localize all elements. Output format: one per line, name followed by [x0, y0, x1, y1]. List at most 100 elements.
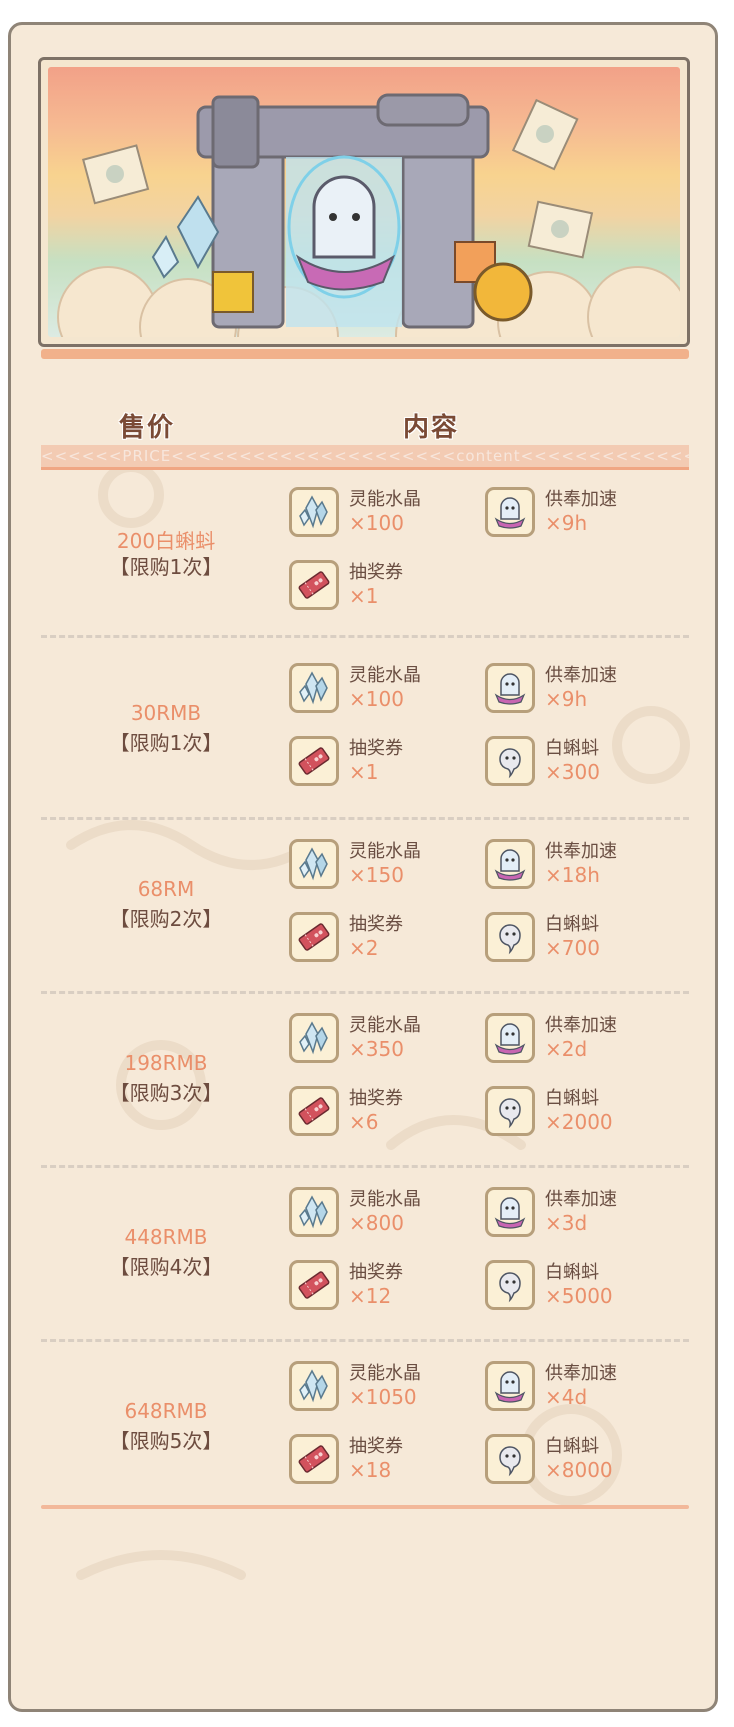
reward-item: 供奉加速 ×2d [485, 1011, 675, 1067]
tadpole-icon [485, 1260, 535, 1310]
crystal-icon [289, 839, 339, 889]
reward-quantity: ×18 [349, 1458, 392, 1482]
reward-quantity: ×8000 [545, 1458, 613, 1482]
purchase-limit: 【限购2次】 [109, 907, 223, 931]
package-price: 648RMB [124, 1399, 208, 1423]
reward-name: 白蝌蚪 [545, 1262, 599, 1283]
reward-item: 白蝌蚪 ×8000 [485, 1432, 675, 1488]
reward-name: 灵能水晶 [349, 489, 421, 510]
reward-quantity: ×4d [545, 1385, 588, 1409]
reward-quantity: ×5000 [545, 1284, 613, 1308]
ghost-icon [485, 839, 535, 889]
reward-name: 白蝌蚪 [545, 914, 599, 935]
content-column-heading: 内容 [403, 413, 460, 443]
row-divider [41, 635, 689, 638]
ticket-icon [289, 736, 339, 786]
reward-name: 供奉加速 [545, 1363, 617, 1384]
reward-name: 抽奖券 [349, 914, 403, 935]
reward-name: 供奉加速 [545, 489, 617, 510]
reward-item: 灵能水晶 ×800 [289, 1185, 479, 1241]
tadpole-icon [485, 912, 535, 962]
package-price: 30RMB [130, 701, 202, 725]
reward-name: 灵能水晶 [349, 1189, 421, 1210]
ghost-icon [485, 1361, 535, 1411]
tadpole-icon [485, 1434, 535, 1484]
shop-card: 售价 内容 <<<<<<PRICE<<<<<<<<<<<<<<<<<<<<<co… [8, 22, 718, 1712]
section-top-bar [41, 349, 689, 359]
reward-item: 灵能水晶 ×1050 [289, 1359, 479, 1415]
reward-item: 灵能水晶 ×150 [289, 837, 479, 893]
reward-name: 供奉加速 [545, 1189, 617, 1210]
reward-item: 抽奖券 ×12 [289, 1258, 479, 1314]
reward-name: 灵能水晶 [349, 1015, 421, 1036]
reward-name: 抽奖券 [349, 738, 403, 759]
reward-name: 抽奖券 [349, 1262, 403, 1283]
package-row: 198RMB 【限购3次】 灵能水晶 ×350 供奉加速 ×2d 抽奖券 ×6 白蝌蚪 ×2000 [11, 991, 715, 1171]
reward-item: 供奉加速 ×9h [485, 485, 675, 541]
reward-name: 抽奖券 [349, 562, 403, 583]
reward-name: 供奉加速 [545, 841, 617, 862]
price-column-heading: 售价 [119, 413, 176, 443]
reward-quantity: ×350 [349, 1037, 404, 1061]
reward-item: 抽奖券 ×1 [289, 734, 479, 790]
package-row: 30RMB 【限购1次】 灵能水晶 ×100 供奉加速 ×9h 抽奖券 ×1 白蝌蚪 ×300 [11, 641, 715, 821]
purchase-limit: 【限购4次】 [109, 1255, 223, 1279]
crystal-icon [289, 663, 339, 713]
reward-item: 抽奖券 ×18 [289, 1432, 479, 1488]
reward-quantity: ×150 [349, 863, 404, 887]
package-row: 68RM 【限购2次】 灵能水晶 ×150 供奉加速 ×18h 抽奖券 ×2 白蝌蚪 ×700 [11, 817, 715, 997]
ticket-icon [289, 1260, 339, 1310]
reward-quantity: ×800 [349, 1211, 404, 1235]
reward-quantity: ×2d [545, 1037, 588, 1061]
reward-item: 白蝌蚪 ×300 [485, 734, 675, 790]
reward-name: 供奉加速 [545, 665, 617, 686]
banner-illustration [48, 67, 680, 337]
reward-item: 抽奖券 ×6 [289, 1084, 479, 1140]
reward-quantity: ×6 [349, 1110, 379, 1134]
reward-name: 抽奖券 [349, 1088, 403, 1109]
tadpole-icon [485, 736, 535, 786]
crystal-icon [289, 1013, 339, 1063]
package-price: 198RMB [124, 1051, 208, 1075]
reward-quantity: ×9h [545, 687, 588, 711]
reward-name: 供奉加速 [545, 1015, 617, 1036]
purchase-limit: 【限购3次】 [109, 1081, 223, 1105]
reward-name: 灵能水晶 [349, 665, 421, 686]
package-price: 448RMB [124, 1225, 208, 1249]
reward-quantity: ×3d [545, 1211, 588, 1235]
reward-quantity: ×300 [545, 760, 600, 784]
crystal-icon [289, 1361, 339, 1411]
reward-quantity: ×700 [545, 936, 600, 960]
reward-quantity: ×2000 [545, 1110, 613, 1134]
ghost-icon [485, 663, 535, 713]
reward-quantity: ×12 [349, 1284, 392, 1308]
reward-quantity: ×9h [545, 511, 588, 535]
reward-quantity: ×1 [349, 760, 379, 784]
reward-name: 白蝌蚪 [545, 1088, 599, 1109]
ticket-icon [289, 912, 339, 962]
reward-item: 白蝌蚪 ×5000 [485, 1258, 675, 1314]
purchase-limit: 【限购5次】 [109, 1429, 223, 1453]
ghost-icon [485, 487, 535, 537]
reward-quantity: ×2 [349, 936, 379, 960]
package-row: 448RMB 【限购4次】 灵能水晶 ×800 供奉加速 ×3d 抽奖券 ×12 白蝌蚪 ×500… [11, 1165, 715, 1345]
reward-item: 白蝌蚪 ×700 [485, 910, 675, 966]
reward-item: 白蝌蚪 ×2000 [485, 1084, 675, 1140]
banner [38, 57, 690, 347]
ticket-icon [289, 1434, 339, 1484]
reward-item: 灵能水晶 ×100 [289, 485, 479, 541]
reward-name: 灵能水晶 [349, 1363, 421, 1384]
reward-name: 白蝌蚪 [545, 738, 599, 759]
crystal-icon [289, 487, 339, 537]
reward-item: 供奉加速 ×9h [485, 661, 675, 717]
reward-item: 供奉加速 ×18h [485, 837, 675, 893]
reward-item: 供奉加速 ×3d [485, 1185, 675, 1241]
package-price: 200白蝌蚪 [116, 529, 216, 553]
reward-quantity: ×18h [545, 863, 600, 887]
reward-item: 抽奖券 ×2 [289, 910, 479, 966]
reward-quantity: ×1 [349, 584, 379, 608]
package-row: 648RMB 【限购5次】 灵能水晶 ×1050 供奉加速 ×4d 抽奖券 ×18 白蝌蚪 ×80… [11, 1339, 715, 1519]
section-bottom-bar [41, 1505, 689, 1509]
purchase-limit: 【限购1次】 [109, 555, 223, 579]
ghost-icon [485, 1013, 535, 1063]
